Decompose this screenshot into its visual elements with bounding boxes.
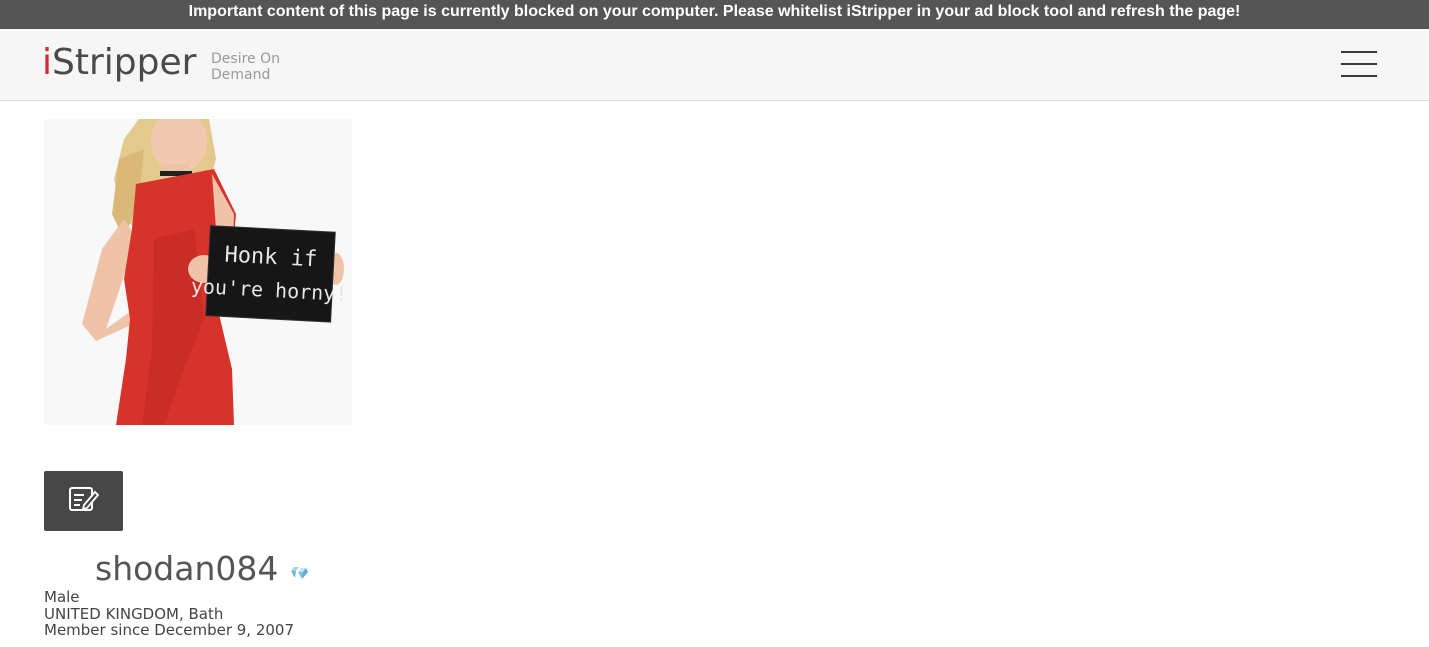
- username: shodan084: [95, 549, 279, 588]
- site-logo[interactable]: iStripper: [42, 41, 196, 85]
- edit-profile-button[interactable]: [44, 471, 123, 531]
- logo-wordmark: Stripper: [52, 42, 197, 83]
- sign-text-line1: Honk if: [224, 243, 318, 273]
- hamburger-menu-icon[interactable]: [1341, 49, 1377, 79]
- site-tagline: Desire On Demand: [211, 51, 280, 83]
- logo-i-letter: i: [42, 42, 53, 83]
- adblock-warning-banner: Important content of this page is curren…: [0, 0, 1429, 29]
- diamond-icon: [291, 567, 309, 579]
- username-row: shodan084: [95, 546, 309, 592]
- profile-photo: Honk if you're horny!: [44, 119, 352, 425]
- profile-member-since: Member since December 9, 2007: [44, 621, 295, 639]
- profile-gender: Male: [44, 588, 80, 606]
- edit-note-icon: [69, 487, 100, 511]
- site-header: iStripper Desire On Demand: [0, 29, 1429, 101]
